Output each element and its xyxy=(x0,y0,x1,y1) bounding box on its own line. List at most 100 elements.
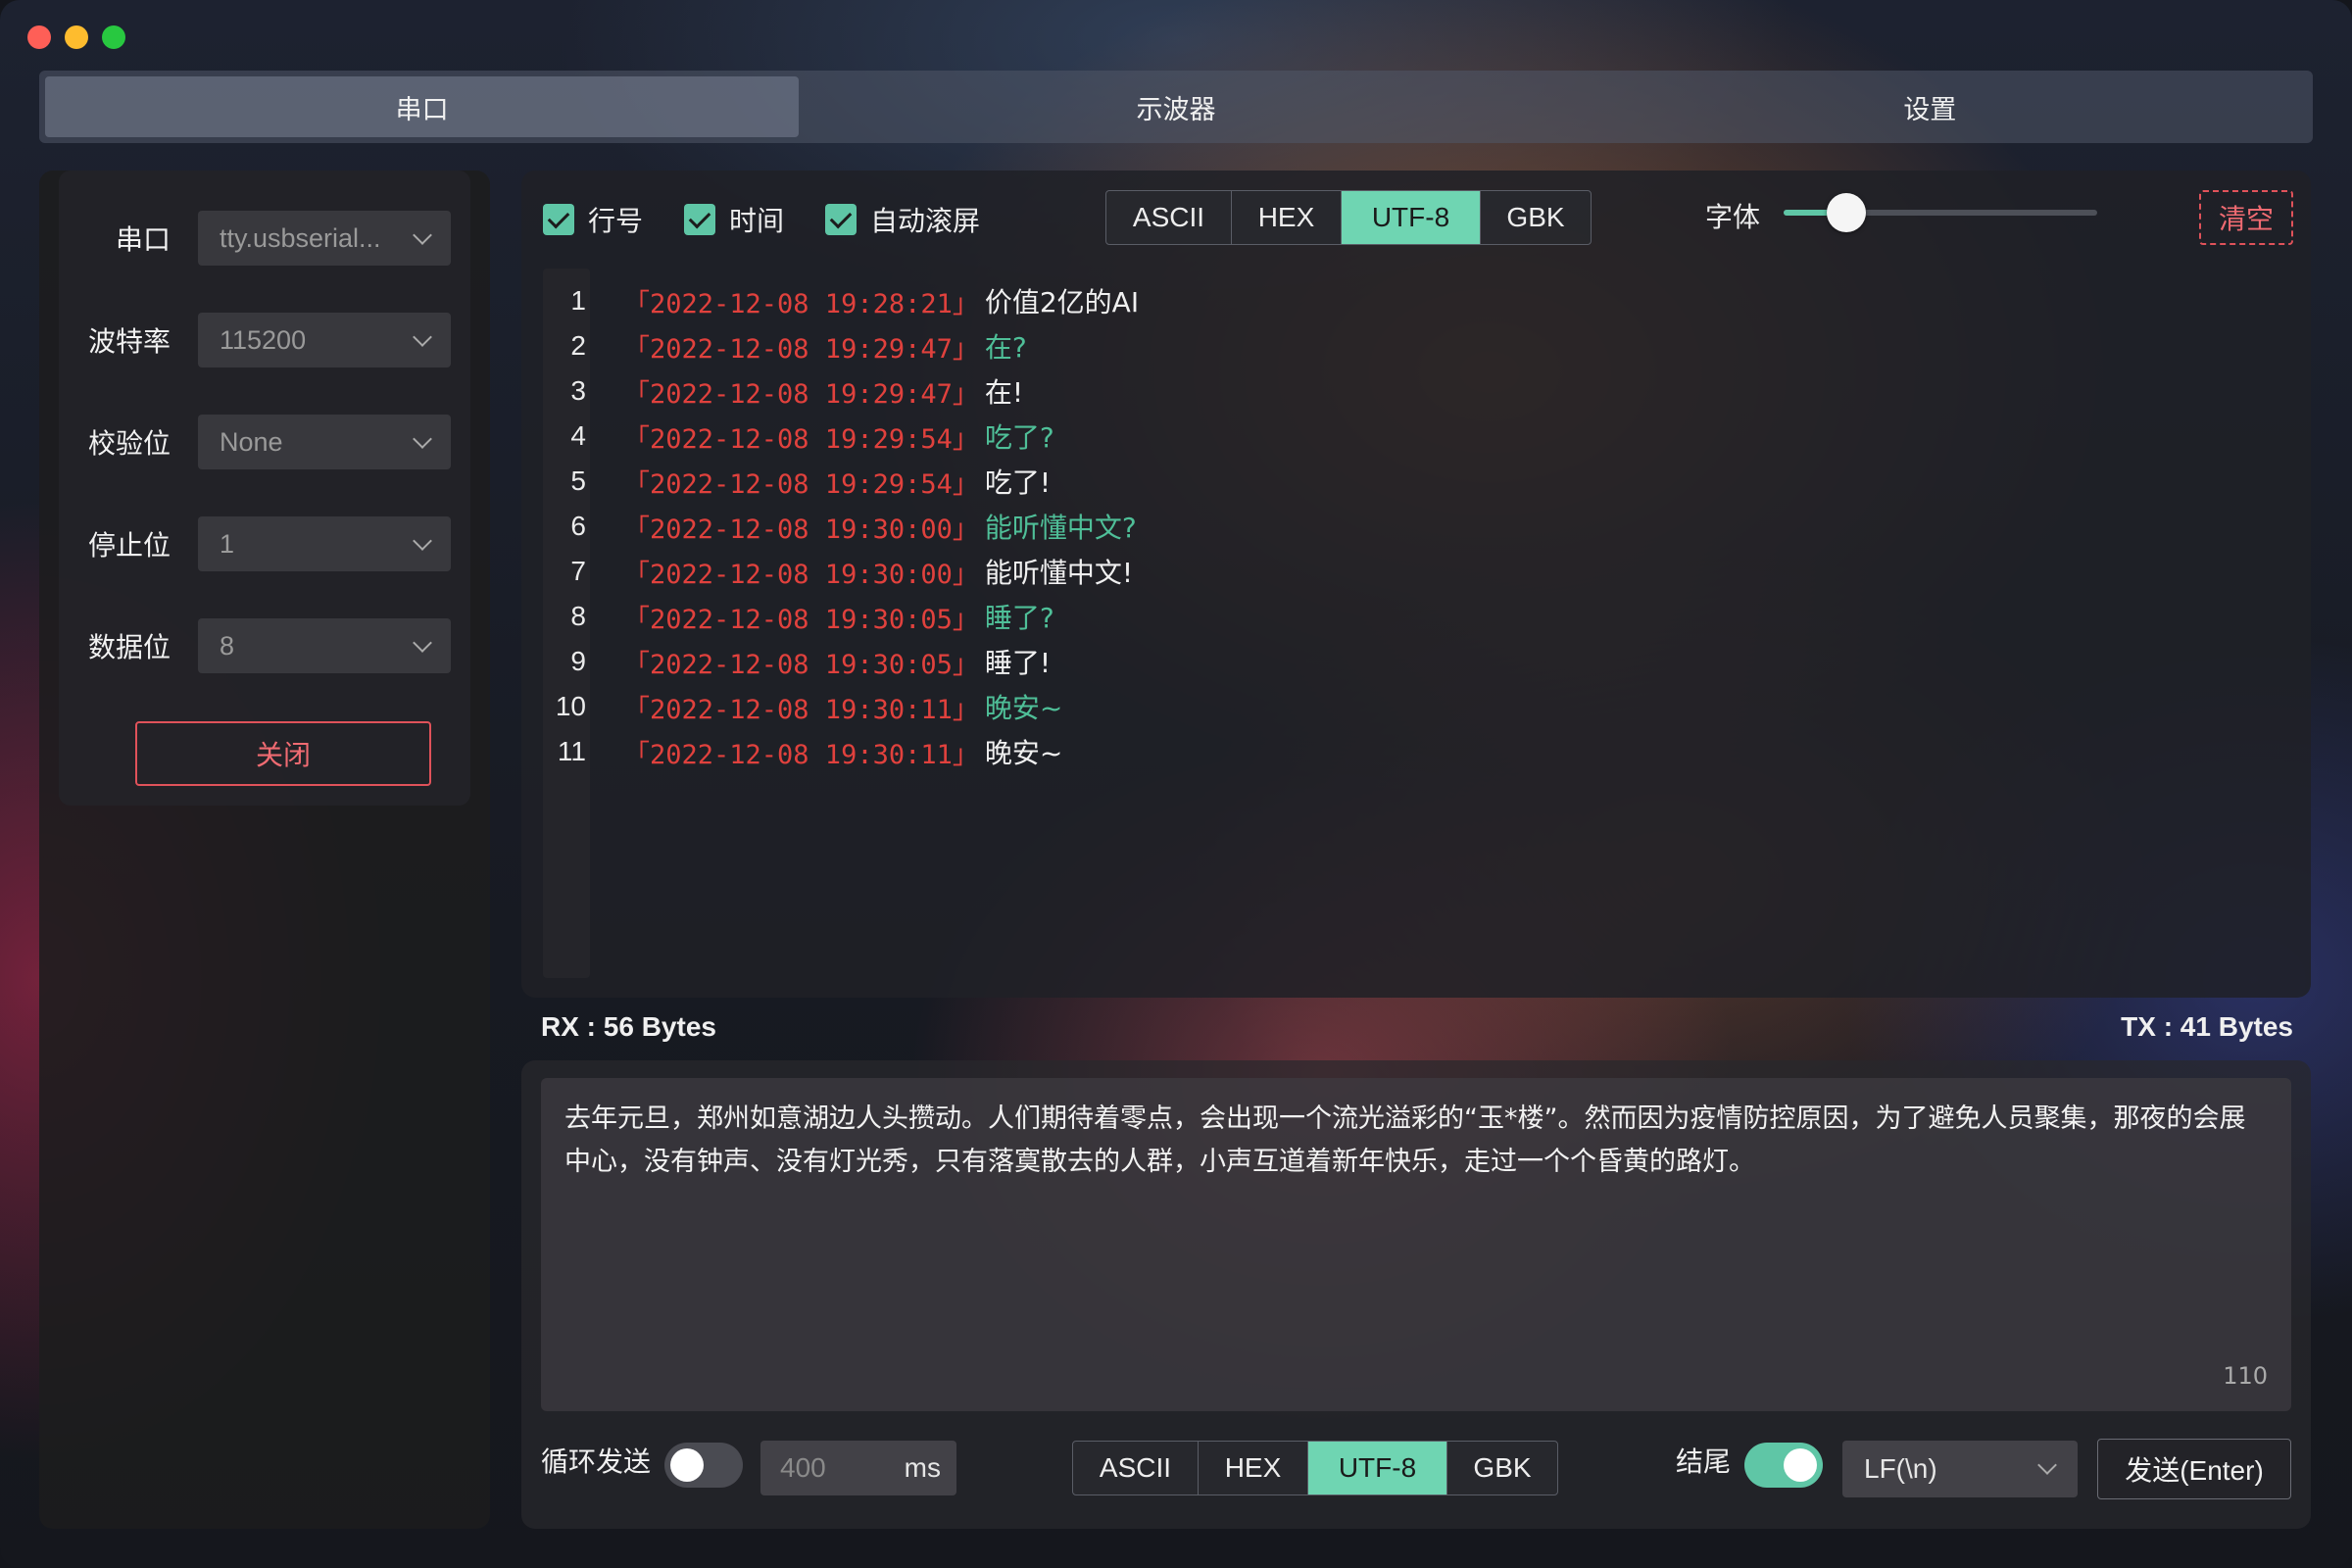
line-number: 3 xyxy=(570,375,586,406)
toggle-knob xyxy=(670,1448,704,1482)
databits-label: 数据位 xyxy=(87,632,171,662)
log-message: 晚安~ xyxy=(984,737,1063,769)
app-window: 串口 示波器 设置 串口 tty.usbserial... 波特率 115200 xyxy=(0,0,2352,1568)
baud-label: 波特率 xyxy=(87,326,171,357)
field-databits: 数据位 8 xyxy=(59,617,470,674)
chevron-down-icon xyxy=(413,327,432,347)
line-number: 8 xyxy=(570,601,586,631)
timestamp-label: 时间 xyxy=(729,206,785,236)
line-ending-value: LF(\n) xyxy=(1864,1453,1937,1484)
log-message: 价值2亿的AI xyxy=(984,286,1140,318)
log-row: 9 「2022-12-08 19:30:05」 睡了! xyxy=(543,639,2287,684)
parity-value: None xyxy=(220,426,283,457)
databits-value: 8 xyxy=(220,630,235,661)
log-timestamp: 「2022-12-08 19:28:21」 xyxy=(623,288,979,319)
port-select[interactable]: tty.usbserial... xyxy=(198,211,451,266)
loop-send-toggle[interactable] xyxy=(664,1443,743,1488)
log-message: 在? xyxy=(984,331,1027,364)
tx-encoding-utf8[interactable]: UTF-8 xyxy=(1308,1442,1447,1494)
log-timestamp: 「2022-12-08 19:29:47」 xyxy=(623,333,979,365)
line-number: 7 xyxy=(570,556,586,586)
char-count: 110 xyxy=(2223,1362,2268,1390)
autoscroll-checkbox[interactable]: 自动滚屏 xyxy=(825,200,980,239)
log-message: 能听懂中文? xyxy=(984,512,1137,544)
tx-encoding-gbk[interactable]: GBK xyxy=(1447,1442,1557,1494)
chevron-down-icon xyxy=(2037,1455,2057,1475)
rx-encoding-hex[interactable]: HEX xyxy=(1232,191,1342,244)
font-size-slider-handle[interactable] xyxy=(1827,193,1866,232)
interval-input[interactable]: 400 ms xyxy=(760,1441,956,1495)
port-value: tty.usbserial... xyxy=(220,222,381,253)
databits-select[interactable]: 8 xyxy=(198,618,451,673)
minimize-window-button[interactable] xyxy=(65,25,88,49)
rx-byte-counter: RX : 56 Bytes xyxy=(541,1011,716,1042)
loop-send-label: 循环发送 xyxy=(541,1446,652,1477)
port-label: 串口 xyxy=(115,224,171,255)
config-panel: 串口 tty.usbserial... 波特率 115200 校验位 None xyxy=(39,171,490,1529)
line-number-label: 行号 xyxy=(588,206,644,236)
rx-encoding-ascii[interactable]: ASCII xyxy=(1106,191,1232,244)
checkbox-checked-icon xyxy=(684,204,715,235)
log-row: 4 「2022-12-08 19:29:54」 吃了? xyxy=(543,414,2287,459)
log-row: 6 「2022-12-08 19:30:00」 能听懂中文? xyxy=(543,504,2287,549)
log-message: 吃了? xyxy=(984,421,1054,454)
chevron-down-icon xyxy=(413,225,432,245)
log-timestamp: 「2022-12-08 19:30:11」 xyxy=(623,739,979,770)
parity-select[interactable]: None xyxy=(198,415,451,469)
line-number: 9 xyxy=(570,646,586,676)
interval-unit: ms xyxy=(904,1452,941,1483)
tab-settings[interactable]: 设置 xyxy=(1553,76,2307,137)
log-row: 7 「2022-12-08 19:30:00」 能听懂中文! xyxy=(543,549,2287,594)
rx-encoding-selector: ASCII HEX UTF-8 GBK xyxy=(1105,190,1592,245)
checkbox-checked-icon xyxy=(543,204,574,235)
field-port: 串口 tty.usbserial... xyxy=(59,210,470,267)
serial-config-card: 串口 tty.usbserial... 波特率 115200 校验位 None xyxy=(59,171,470,806)
log-timestamp: 「2022-12-08 19:30:05」 xyxy=(623,649,979,680)
send-panel: 去年元旦，郑州如意湖边人头攒动。人们期待着零点，会出现一个流光溢彩的“玉*楼”。… xyxy=(521,1060,2311,1529)
log-message: 在! xyxy=(984,376,1024,409)
log-row: 11 「2022-12-08 19:30:11」 晚安~ xyxy=(543,729,2287,774)
log-row: 1 「2022-12-08 19:28:21」 价值2亿的AI xyxy=(543,278,2287,323)
zoom-window-button[interactable] xyxy=(102,25,125,49)
field-stopbits: 停止位 1 xyxy=(59,515,470,572)
checkbox-checked-icon xyxy=(825,204,857,235)
receive-log: 1 「2022-12-08 19:28:21」 价值2亿的AI 2 「2022-12-0… xyxy=(543,278,2287,774)
line-number: 1 xyxy=(570,285,586,316)
baud-select[interactable]: 115200 xyxy=(198,313,451,368)
stopbits-value: 1 xyxy=(220,528,235,559)
log-message: 睡了! xyxy=(984,647,1052,679)
rx-encoding-gbk[interactable]: GBK xyxy=(1481,191,1591,244)
stopbits-select[interactable]: 1 xyxy=(198,516,451,571)
timestamp-checkbox[interactable]: 时间 xyxy=(684,200,784,239)
window-controls xyxy=(27,25,125,49)
line-number-checkbox[interactable]: 行号 xyxy=(543,200,643,239)
log-timestamp: 「2022-12-08 19:29:54」 xyxy=(623,423,979,455)
close-port-button[interactable]: 关闭 xyxy=(135,721,431,786)
line-number: 5 xyxy=(570,466,586,496)
tx-encoding-hex[interactable]: HEX xyxy=(1199,1442,1308,1494)
line-ending-select[interactable]: LF(\n) xyxy=(1842,1441,2078,1497)
tab-oscilloscope[interactable]: 示波器 xyxy=(799,76,1552,137)
send-text: 去年元旦，郑州如意湖边人头攒动。人们期待着零点，会出现一个流光溢彩的“玉*楼”。… xyxy=(564,1103,2246,1177)
chevron-down-icon xyxy=(413,531,432,551)
tab-serial[interactable]: 串口 xyxy=(45,76,800,137)
log-message: 睡了? xyxy=(984,602,1054,634)
tx-encoding-ascii[interactable]: ASCII xyxy=(1073,1442,1199,1494)
font-size-slider[interactable] xyxy=(1784,193,2097,232)
log-message: 能听懂中文! xyxy=(984,557,1134,589)
clear-button[interactable]: 清空 xyxy=(2199,190,2293,245)
log-timestamp: 「2022-12-08 19:30:11」 xyxy=(623,694,979,725)
line-ending-toggle[interactable] xyxy=(1744,1443,1823,1488)
font-size-label: 字体 xyxy=(1705,202,1761,232)
stopbits-label: 停止位 xyxy=(87,530,171,561)
line-number: 4 xyxy=(570,420,586,451)
tx-encoding-selector: ASCII HEX UTF-8 GBK xyxy=(1072,1441,1558,1495)
send-textarea[interactable]: 去年元旦，郑州如意湖边人头攒动。人们期待着零点，会出现一个流光溢彩的“玉*楼”。… xyxy=(541,1078,2291,1411)
send-button[interactable]: 发送(Enter) xyxy=(2097,1439,2291,1499)
chevron-down-icon xyxy=(413,633,432,653)
close-window-button[interactable] xyxy=(27,25,51,49)
log-timestamp: 「2022-12-08 19:30:05」 xyxy=(623,604,979,635)
rx-encoding-utf8[interactable]: UTF-8 xyxy=(1342,191,1481,244)
line-number: 10 xyxy=(555,691,586,721)
main-tab-bar: 串口 示波器 设置 xyxy=(39,71,2313,143)
